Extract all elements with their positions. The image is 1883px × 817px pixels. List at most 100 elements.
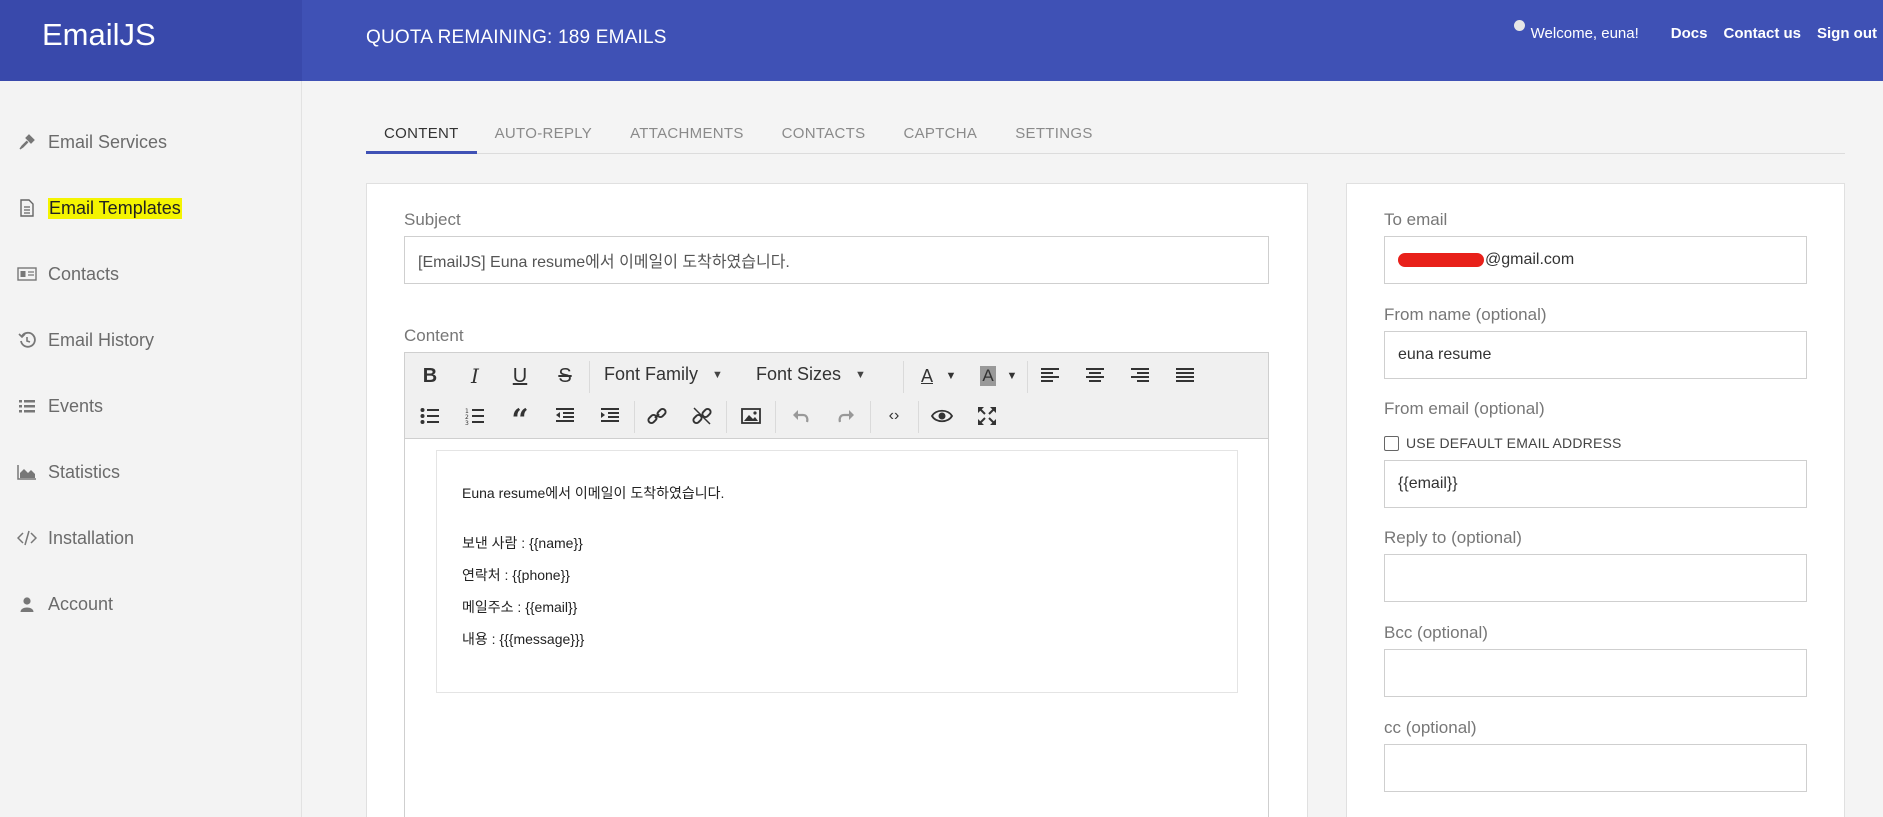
welcome-text: Welcome, euna! [1530, 25, 1639, 42]
indent-icon[interactable] [595, 401, 625, 431]
email-settings-panel: To email @gmail.com From name (optional)… [1346, 183, 1845, 817]
image-icon[interactable] [736, 401, 766, 431]
cc-label: cc (optional) [1384, 718, 1477, 737]
reply-to-label: Reply to (optional) [1384, 528, 1522, 547]
user-icon [17, 594, 37, 614]
sidebar-item-email-services[interactable]: Email Services [17, 127, 167, 157]
align-justify-icon[interactable] [1170, 361, 1200, 391]
editor-toolbar: B I U S Font Family ▼ Font Sizes ▼ A ▼ A… [405, 353, 1268, 439]
rich-text-editor: B I U S Font Family ▼ Font Sizes ▼ A ▼ A… [404, 352, 1269, 817]
top-nav: Welcome, euna! Docs Contact us Sign out [1513, 20, 1877, 42]
outdent-icon[interactable] [550, 401, 580, 431]
sidebar-item-account[interactable]: Account [17, 589, 113, 619]
toolbar-separator [589, 361, 590, 393]
caret-down-icon[interactable]: ▼ [997, 361, 1027, 391]
cc-input[interactable] [1384, 744, 1807, 792]
tab-captcha[interactable]: CAPTCHA [885, 113, 997, 154]
preview-eye-icon[interactable] [927, 401, 957, 431]
subject-label: Subject [404, 210, 461, 229]
tab-contacts[interactable]: CONTACTS [764, 113, 886, 154]
list-icon [17, 396, 37, 416]
toolbar-separator [1027, 361, 1028, 393]
align-center-icon[interactable] [1080, 361, 1110, 391]
align-right-icon[interactable] [1125, 361, 1155, 391]
editor-document[interactable]: Euna resume에서 이메일이 도착하였습니다. 보낸 사람 : {{na… [436, 450, 1238, 693]
to-email-value: @gmail.com [1485, 251, 1575, 268]
sidebar-item-email-history[interactable]: Email History [17, 325, 154, 355]
tab-attachments[interactable]: ATTACHMENTS [612, 113, 764, 154]
tab-content[interactable]: CONTENT [366, 113, 477, 154]
fullscreen-icon[interactable] [972, 401, 1002, 431]
subject-input[interactable]: [EmailJS] Euna resume에서 이메일이 도착하였습니다. [404, 236, 1269, 284]
use-default-email-label: USE DEFAULT EMAIL ADDRESS [1406, 435, 1622, 451]
caret-down-icon[interactable]: ▼ [936, 361, 966, 391]
tab-auto-reply[interactable]: AUTO-REPLY [477, 113, 612, 154]
body-line: 연락처 : {{phone}} [462, 567, 570, 583]
body-line: Euna resume에서 이메일이 도착하였습니다. [462, 485, 725, 501]
body-line: 내용 : {{{message}}} [462, 631, 585, 647]
sidebar-item-label: Email History [48, 329, 155, 350]
link-icon[interactable] [642, 401, 672, 431]
history-icon [17, 330, 37, 350]
sidebar-item-label: Account [48, 593, 114, 614]
template-tabs: CONTENT AUTO-REPLY ATTACHMENTS CONTACTS … [366, 113, 1845, 154]
redaction-mark [1398, 253, 1484, 267]
align-left-icon[interactable] [1035, 361, 1065, 391]
sidebar: Email Services Email Templates Contacts … [0, 81, 302, 817]
reply-to-input[interactable] [1384, 554, 1807, 602]
toolbar-separator [870, 401, 871, 433]
docs-link[interactable]: Docs [1671, 25, 1708, 42]
user-avatar-icon [1513, 20, 1525, 31]
toolbar-separator [775, 401, 776, 433]
code-view-icon[interactable]: ‹› [879, 401, 909, 431]
plug-icon [17, 132, 37, 152]
undo-icon[interactable] [786, 401, 816, 431]
bcc-input[interactable] [1384, 649, 1807, 697]
sidebar-item-contacts[interactable]: Contacts [17, 259, 119, 289]
font-sizes-label: Font Sizes [756, 364, 842, 384]
sidebar-item-label: Statistics [48, 461, 121, 482]
sidebar-item-installation[interactable]: Installation [17, 523, 134, 553]
sidebar-item-label: Contacts [48, 263, 120, 284]
strikethrough-icon[interactable]: S [550, 361, 580, 391]
sidebar-item-events[interactable]: Events [17, 391, 103, 421]
document-icon [17, 198, 37, 218]
contact-card-icon [17, 264, 37, 284]
bold-icon[interactable]: B [415, 361, 445, 391]
content-panel: Subject [EmailJS] Euna resume에서 이메일이 도착하… [366, 183, 1308, 817]
caret-down-icon: ▼ [712, 368, 723, 381]
bullet-list-icon[interactable] [415, 401, 445, 431]
underline-icon[interactable]: U [505, 361, 535, 391]
italic-icon[interactable]: I [460, 361, 490, 391]
body-line: 메일주소 : {{email}} [462, 599, 578, 615]
font-family-label: Font Family [604, 364, 699, 384]
code-icon [17, 528, 37, 548]
to-email-input[interactable]: @gmail.com [1384, 236, 1807, 284]
tab-settings[interactable]: SETTINGS [997, 113, 1112, 154]
use-default-email-checkbox[interactable] [1384, 435, 1399, 451]
from-email-input[interactable]: {{email}} [1384, 460, 1807, 508]
toolbar-separator [726, 401, 727, 433]
bcc-label: Bcc (optional) [1384, 623, 1488, 642]
blockquote-icon[interactable]: “ [505, 401, 535, 436]
sidebar-item-email-templates[interactable]: Email Templates [17, 193, 182, 223]
sidebar-item-label: Email Services [48, 131, 168, 152]
from-name-label: From name (optional) [1384, 305, 1547, 324]
unlink-icon[interactable] [687, 401, 717, 431]
font-family-dropdown[interactable]: Font Family ▼ [604, 364, 723, 385]
brand-logo[interactable]: EmailJS [0, 0, 302, 81]
sign-out-link[interactable]: Sign out [1817, 25, 1877, 42]
from-name-input[interactable]: euna resume [1384, 331, 1807, 379]
use-default-email-row[interactable]: USE DEFAULT EMAIL ADDRESS [1384, 435, 1622, 451]
redo-icon[interactable] [831, 401, 861, 431]
toolbar-separator [918, 401, 919, 433]
caret-down-icon: ▼ [855, 368, 866, 381]
toolbar-separator [634, 401, 635, 433]
svg-text:3: 3 [465, 420, 469, 425]
sidebar-item-statistics[interactable]: Statistics [17, 457, 120, 487]
numbered-list-icon[interactable]: 123 [460, 401, 490, 431]
quota-remaining: QUOTA REMAINING: 189 EMAILS [366, 27, 667, 48]
contact-us-link[interactable]: Contact us [1723, 25, 1801, 42]
sidebar-item-label: Events [48, 395, 104, 416]
font-sizes-dropdown[interactable]: Font Sizes ▼ [756, 364, 866, 385]
